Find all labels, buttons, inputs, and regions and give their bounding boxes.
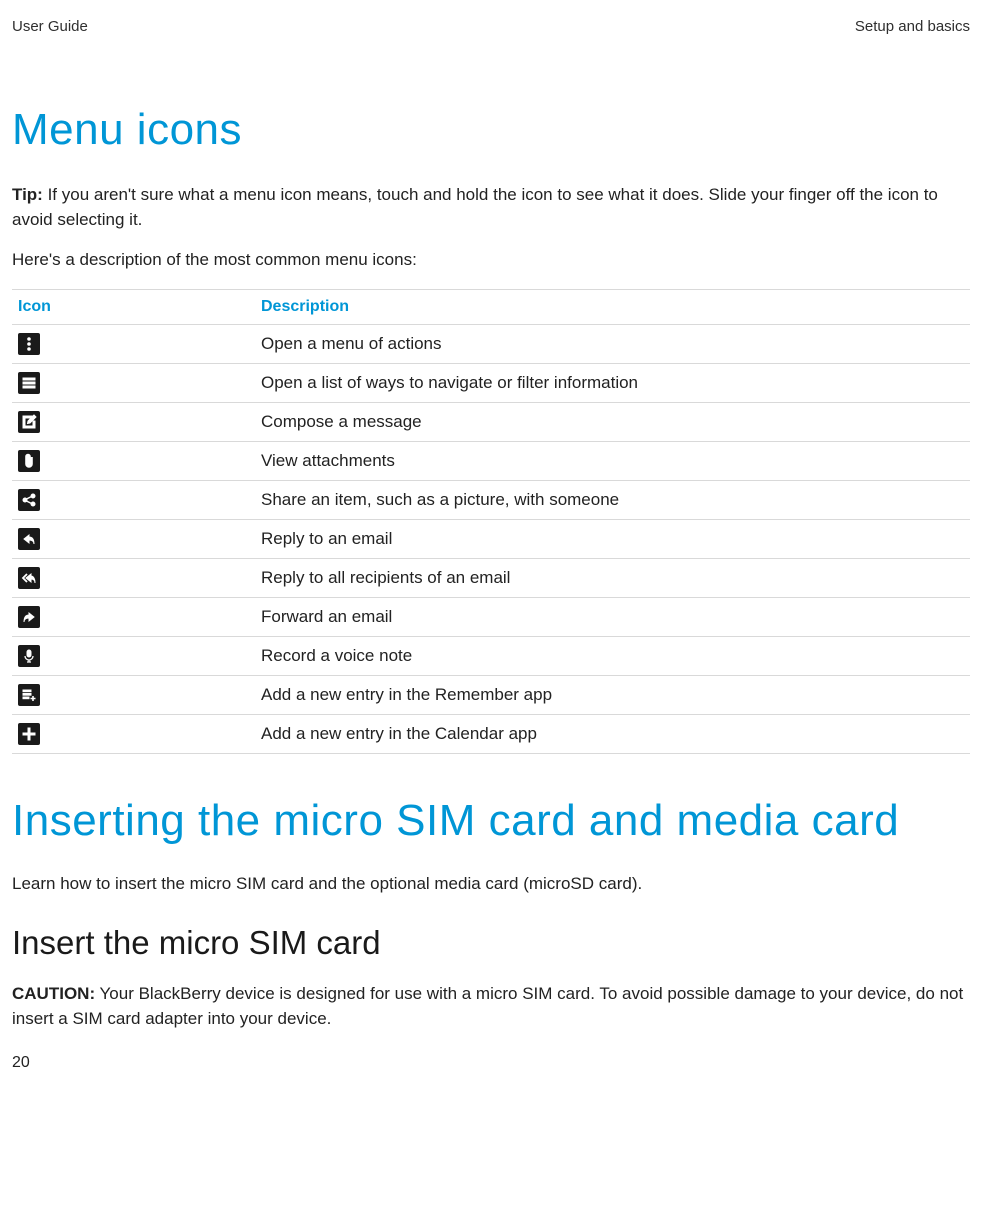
header-right: Setup and basics [855, 18, 970, 35]
subhead-insert-sim: Insert the micro SIM card [12, 924, 970, 962]
row-desc: Reply to an email [255, 519, 970, 558]
row-desc: Compose a message [255, 402, 970, 441]
page-number: 20 [12, 1054, 970, 1072]
section-title-sim: Inserting the micro SIM card and media c… [12, 794, 970, 848]
reply-all-icon [18, 567, 40, 589]
table-row: Add a new entry in the Calendar app [12, 714, 970, 753]
add-plus-icon [18, 723, 40, 745]
row-desc: Open a menu of actions [255, 324, 970, 363]
add-note-icon [18, 684, 40, 706]
icon-table: Icon Description Open a menu of actions … [12, 289, 970, 754]
table-row: Compose a message [12, 402, 970, 441]
share-icon [18, 489, 40, 511]
page-header: User Guide Setup and basics [12, 18, 970, 35]
tip-paragraph: Tip: If you aren't sure what a menu icon… [12, 183, 970, 232]
overflow-icon [18, 333, 40, 355]
col-description: Description [255, 289, 970, 324]
attachment-icon [18, 450, 40, 472]
caution-text: Your BlackBerry device is designed for u… [12, 984, 963, 1028]
table-row: Forward an email [12, 597, 970, 636]
row-desc: Add a new entry in the Calendar app [255, 714, 970, 753]
row-desc: Share an item, such as a picture, with s… [255, 480, 970, 519]
compose-icon [18, 411, 40, 433]
table-row: Open a menu of actions [12, 324, 970, 363]
table-row: Add a new entry in the Remember app [12, 675, 970, 714]
table-row: Reply to all recipients of an email [12, 558, 970, 597]
table-row: Record a voice note [12, 636, 970, 675]
list-icon [18, 372, 40, 394]
row-desc: Add a new entry in the Remember app [255, 675, 970, 714]
sim-intro: Learn how to insert the micro SIM card a… [12, 872, 970, 897]
caution-label: CAUTION: [12, 984, 95, 1003]
row-desc: Record a voice note [255, 636, 970, 675]
forward-icon [18, 606, 40, 628]
section-title-menu-icons: Menu icons [12, 105, 970, 155]
microphone-icon [18, 645, 40, 667]
tip-label: Tip: [12, 185, 43, 204]
table-row: Open a list of ways to navigate or filte… [12, 363, 970, 402]
table-row: Share an item, such as a picture, with s… [12, 480, 970, 519]
header-left: User Guide [12, 18, 88, 35]
col-icon: Icon [12, 289, 255, 324]
row-desc: Forward an email [255, 597, 970, 636]
reply-icon [18, 528, 40, 550]
tip-text: If you aren't sure what a menu icon mean… [12, 185, 938, 229]
table-row: Reply to an email [12, 519, 970, 558]
caution-paragraph: CAUTION: Your BlackBerry device is desig… [12, 982, 970, 1031]
row-desc: Reply to all recipients of an email [255, 558, 970, 597]
row-desc: Open a list of ways to navigate or filte… [255, 363, 970, 402]
row-desc: View attachments [255, 441, 970, 480]
table-row: View attachments [12, 441, 970, 480]
table-intro: Here's a description of the most common … [12, 248, 970, 273]
table-header-row: Icon Description [12, 289, 970, 324]
